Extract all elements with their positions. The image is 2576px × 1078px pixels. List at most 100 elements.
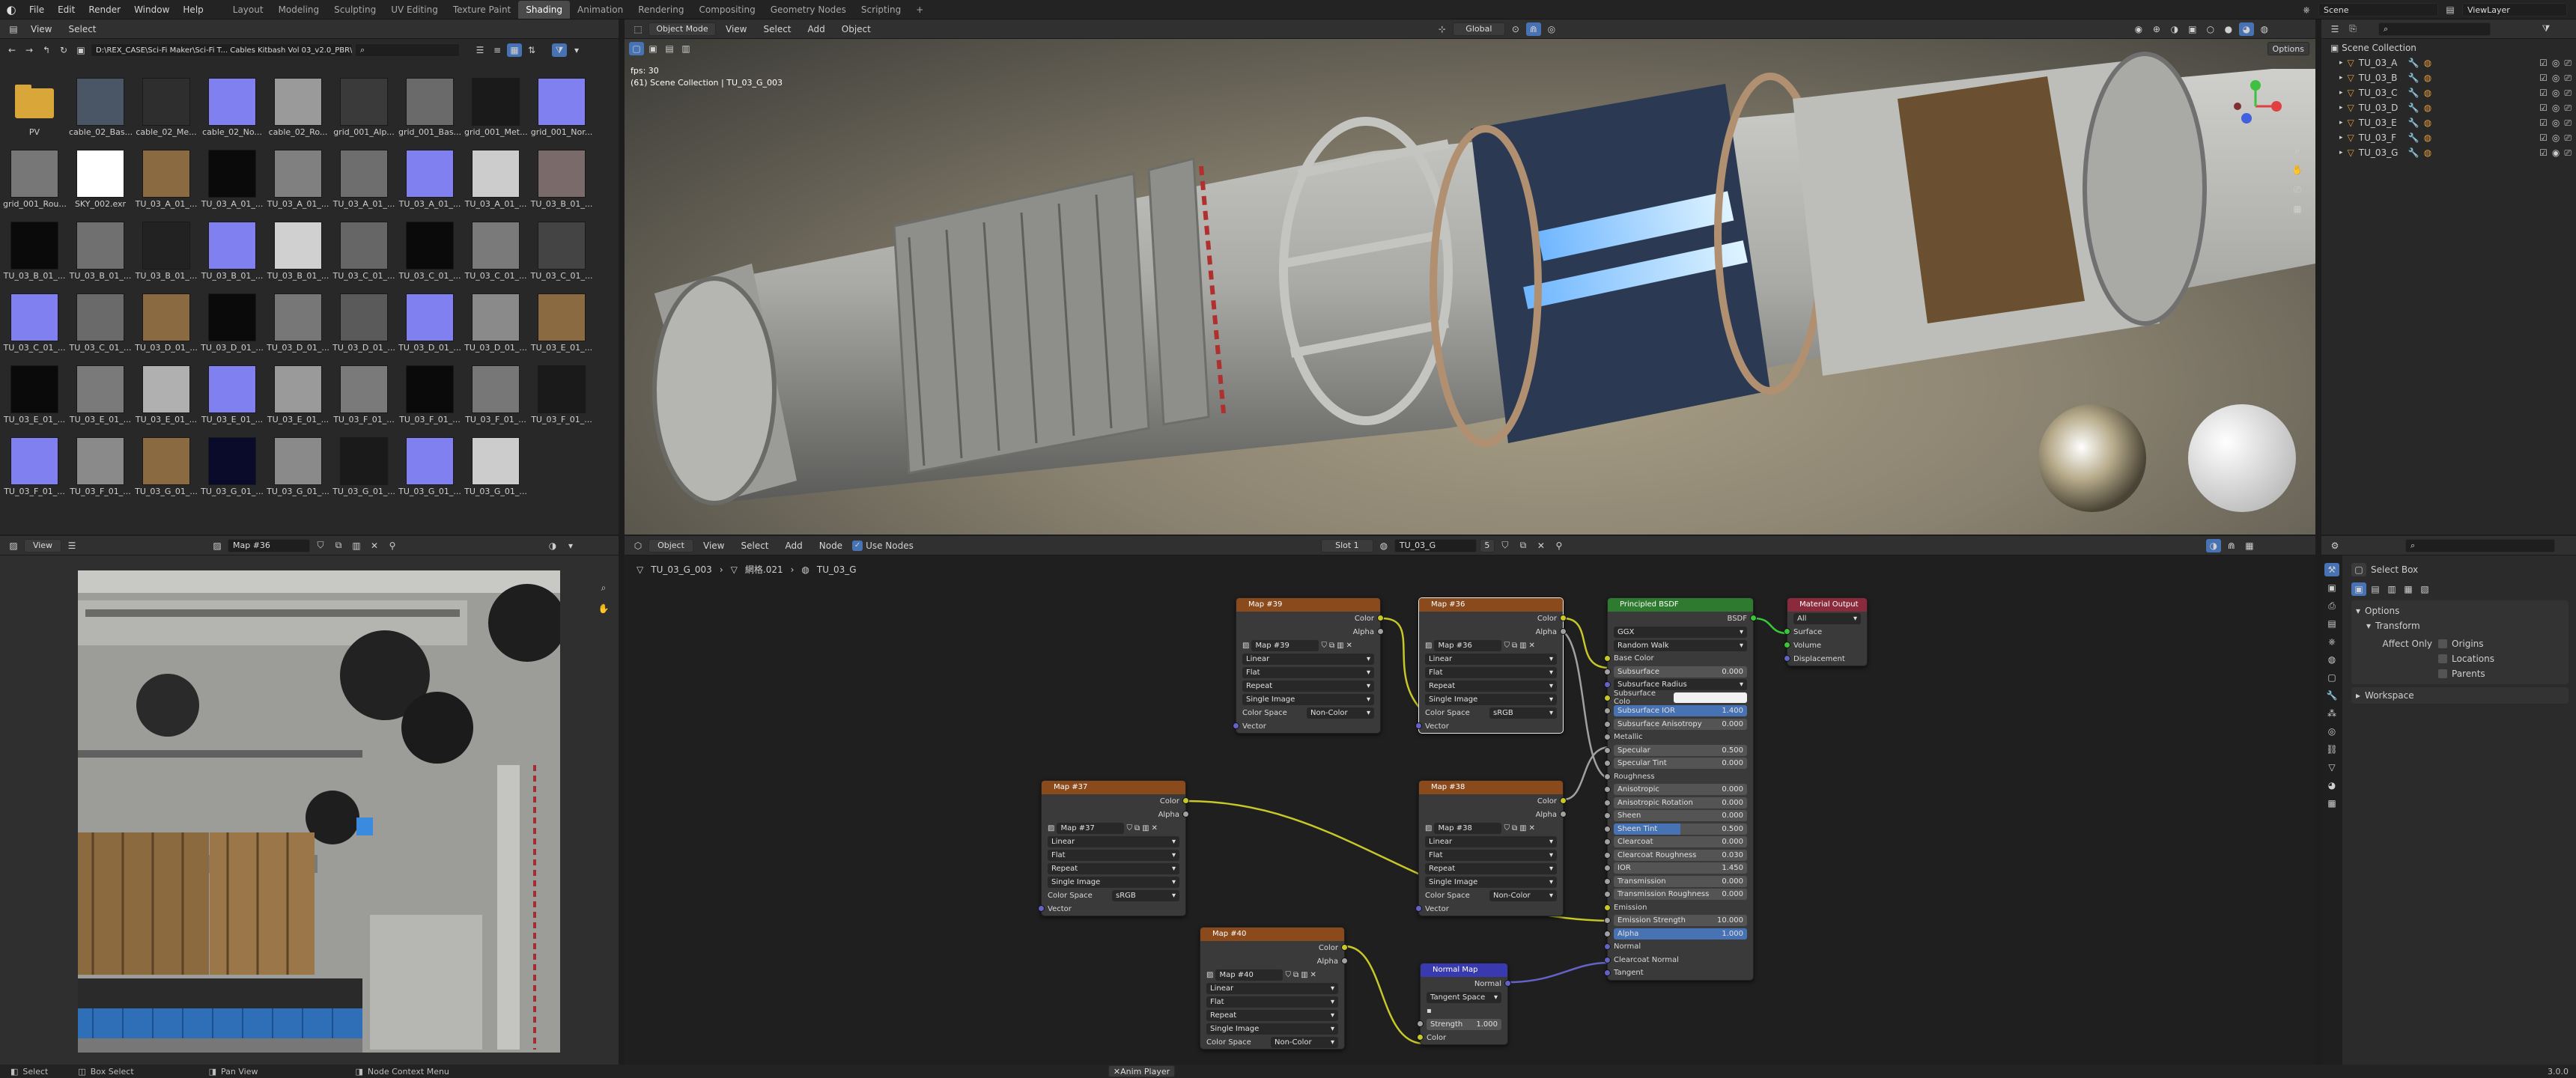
node-socket[interactable] [1604, 760, 1611, 767]
anim-player-job[interactable]: ✕ Anim Player [1108, 1065, 1176, 1077]
output-tab-icon[interactable]: ⎙ [2324, 599, 2339, 612]
eye-icon[interactable]: ◎ [2552, 115, 2560, 130]
file-item[interactable]: TU_03_C_01_... [531, 222, 592, 281]
file-item[interactable]: TU_03_F_01_... [531, 365, 592, 424]
exclude-checkbox-icon[interactable]: ☑ [2539, 55, 2548, 70]
image-texture-node[interactable]: Map #36 Color Alpha ▨ Map #36 ⛉ ⧉ ▥ ✕ Linear ▾ Flat… [1415, 597, 1567, 734]
bsdf-value-slider[interactable]: Sheen 0.000 [1614, 810, 1747, 822]
display-list-vertical-icon[interactable]: ≡ [490, 43, 505, 57]
bsdf-value-slider[interactable]: Sheen Tint 0.500 [1614, 823, 1747, 835]
menu-select[interactable]: Select [61, 19, 103, 39]
menu-edit[interactable]: Edit [51, 0, 82, 19]
file-item[interactable]: TU_03_G_01_... [201, 437, 264, 496]
bsdf-value-slider[interactable]: Subsurface 0.000 [1614, 666, 1747, 677]
file-item[interactable]: TU_03_B_01_... [201, 222, 263, 281]
node-socket[interactable] [1604, 891, 1611, 898]
node-socket[interactable] [1604, 720, 1611, 728]
file-item[interactable]: grid_001_Alp... [333, 78, 395, 137]
node-socket[interactable] [1604, 930, 1611, 937]
color-space-dropdown[interactable]: Non-Color ▾ [1271, 1036, 1338, 1048]
duplicate-icon[interactable]: ⧉ [1134, 824, 1140, 832]
sort-icon[interactable]: ⇅ [524, 43, 539, 57]
node-dropdown-interp[interactable]: Linear ▾ [1425, 653, 1557, 665]
node-socket[interactable] [1560, 615, 1567, 621]
editor-type-icon[interactable]: ⚙ [2327, 539, 2342, 552]
file-item[interactable]: TU_03_G_01_... [332, 437, 395, 496]
file-item[interactable]: TU_03_C_01_... [333, 222, 395, 281]
open-image-icon[interactable]: ▥ [1519, 824, 1526, 832]
editor-type-icon[interactable]: ▨ [6, 539, 21, 552]
node-dropdown-interp[interactable]: Linear ▾ [1048, 835, 1179, 847]
expand-arrow-icon[interactable]: ▸ [2339, 100, 2343, 115]
display-channels-icon[interactable]: ▾ [563, 539, 578, 552]
workspace-tab-scripting[interactable]: Scripting [854, 1, 908, 19]
file-item[interactable]: TU_03_E_01_... [201, 365, 263, 424]
viewport-options-button[interactable]: Options [2267, 42, 2309, 55]
fake-user-icon[interactable]: ⛉ [313, 539, 328, 552]
file-item[interactable]: TU_03_F_01_... [4, 437, 65, 496]
properties-search-input[interactable]: ⌕ [2405, 538, 2555, 552]
render-tab-icon[interactable]: ▣ [2324, 581, 2339, 594]
blender-logo-icon[interactable]: ◐ [0, 3, 22, 16]
outliner-item[interactable]: ▸ ▽ TU_03_D 🔧 ◍ ☑ ◎ ⎚ [2339, 100, 2572, 115]
camera-icon[interactable]: ⎚ [2564, 145, 2572, 160]
workspace-tab-geometry-nodes[interactable]: Geometry Nodes [763, 1, 854, 19]
file-item[interactable]: TU_03_C_01_... [4, 293, 65, 353]
node-socket[interactable] [1604, 812, 1611, 819]
affect-parents-checkbox[interactable]: Parents [2438, 666, 2494, 681]
shading-wireframe-icon[interactable]: ○ [2203, 22, 2218, 36]
node-socket[interactable] [1377, 615, 1384, 621]
workspace-tab-shading[interactable]: Shading [518, 1, 570, 19]
close-icon[interactable]: ✕ [1310, 971, 1316, 979]
file-item[interactable]: grid_001_Bas... [398, 78, 461, 137]
node-dropdown-ext[interactable]: Repeat ▾ [1242, 680, 1374, 692]
node-socket[interactable] [1604, 865, 1611, 871]
filter-icon[interactable]: ⧩ [552, 43, 567, 57]
principled-bsdf-node[interactable]: Principled BSDF BSDF GGX ▾ Random Walk ▾ Base … [1604, 597, 1757, 981]
mode-selector[interactable]: Object Mode [648, 22, 716, 36]
eye-icon[interactable]: ◎ [2552, 100, 2560, 115]
file-item[interactable]: TU_03_B_01_... [4, 222, 65, 281]
shader-type-dropdown[interactable]: Object [648, 538, 693, 552]
node-socket[interactable] [1341, 957, 1348, 964]
exclude-checkbox-icon[interactable]: ☑ [2539, 85, 2548, 100]
node-socket[interactable] [1417, 1020, 1424, 1027]
node-socket[interactable] [1233, 722, 1239, 729]
expand-arrow-icon[interactable]: ▸ [2339, 85, 2343, 100]
node-header[interactable]: Map #39 [1236, 598, 1380, 612]
node-dropdown-proj[interactable]: Flat ▾ [1242, 666, 1374, 678]
select-box-icon[interactable]: ▢ [629, 42, 644, 55]
file-item[interactable]: TU_03_F_01_... [333, 365, 395, 424]
menu-view[interactable]: View [719, 19, 753, 39]
eye-icon[interactable]: ◎ [2552, 130, 2560, 145]
viewport-canvas[interactable]: fps: 30 (61) Scene Collection | TU_03_G_… [625, 39, 2315, 535]
select-invert-icon[interactable]: ▥ [678, 42, 693, 55]
node-dropdown-proj[interactable]: Flat ▾ [1425, 666, 1557, 678]
node-socket[interactable] [1038, 905, 1045, 912]
node-dropdown-src[interactable]: Single Image ▾ [1425, 876, 1557, 888]
node-socket[interactable] [1604, 707, 1611, 714]
node-header[interactable]: Normal Map [1421, 963, 1507, 977]
mode-intersect-icon[interactable]: ▧ [2417, 582, 2432, 596]
exclude-checkbox-icon[interactable]: ☑ [2539, 115, 2548, 130]
file-item[interactable]: TU_03_B_01_... [267, 222, 329, 281]
options-panel-header[interactable]: ▾ Options [2356, 603, 2564, 618]
node-socket[interactable] [1604, 851, 1611, 859]
image-browse-icon[interactable]: ▨ [1425, 824, 1432, 832]
image-name-field[interactable]: Map #40 [1215, 969, 1284, 981]
image-texture-node[interactable]: Map #40 Color Alpha ▨ Map #40 ⛉ ⧉ ▥ ✕ Linear ▾ Flat… [1200, 927, 1348, 1050]
node-dropdown-ext[interactable]: Repeat ▾ [1048, 862, 1179, 874]
file-item[interactable]: cable_02_Bas... [69, 78, 132, 137]
menu-select[interactable]: Select [756, 19, 798, 39]
image-name-field[interactable]: Map #37 [1057, 822, 1125, 834]
camera-icon[interactable]: ⎚ [2564, 85, 2572, 100]
file-item[interactable]: TU_03_A_01_... [136, 150, 197, 209]
duplicate-icon[interactable]: ⧉ [1512, 642, 1517, 650]
file-item[interactable]: TU_03_G_01_... [135, 437, 198, 496]
expand-arrow-icon[interactable]: ▸ [2339, 55, 2343, 70]
file-item[interactable]: cable_02_Me... [136, 78, 197, 137]
node-socket[interactable] [1560, 628, 1567, 635]
node-dropdown-src[interactable]: Single Image ▾ [1206, 1023, 1338, 1035]
node-dropdown-proj[interactable]: Flat ▾ [1206, 996, 1338, 1008]
pan-hand-icon[interactable]: ✋ [2290, 163, 2305, 177]
